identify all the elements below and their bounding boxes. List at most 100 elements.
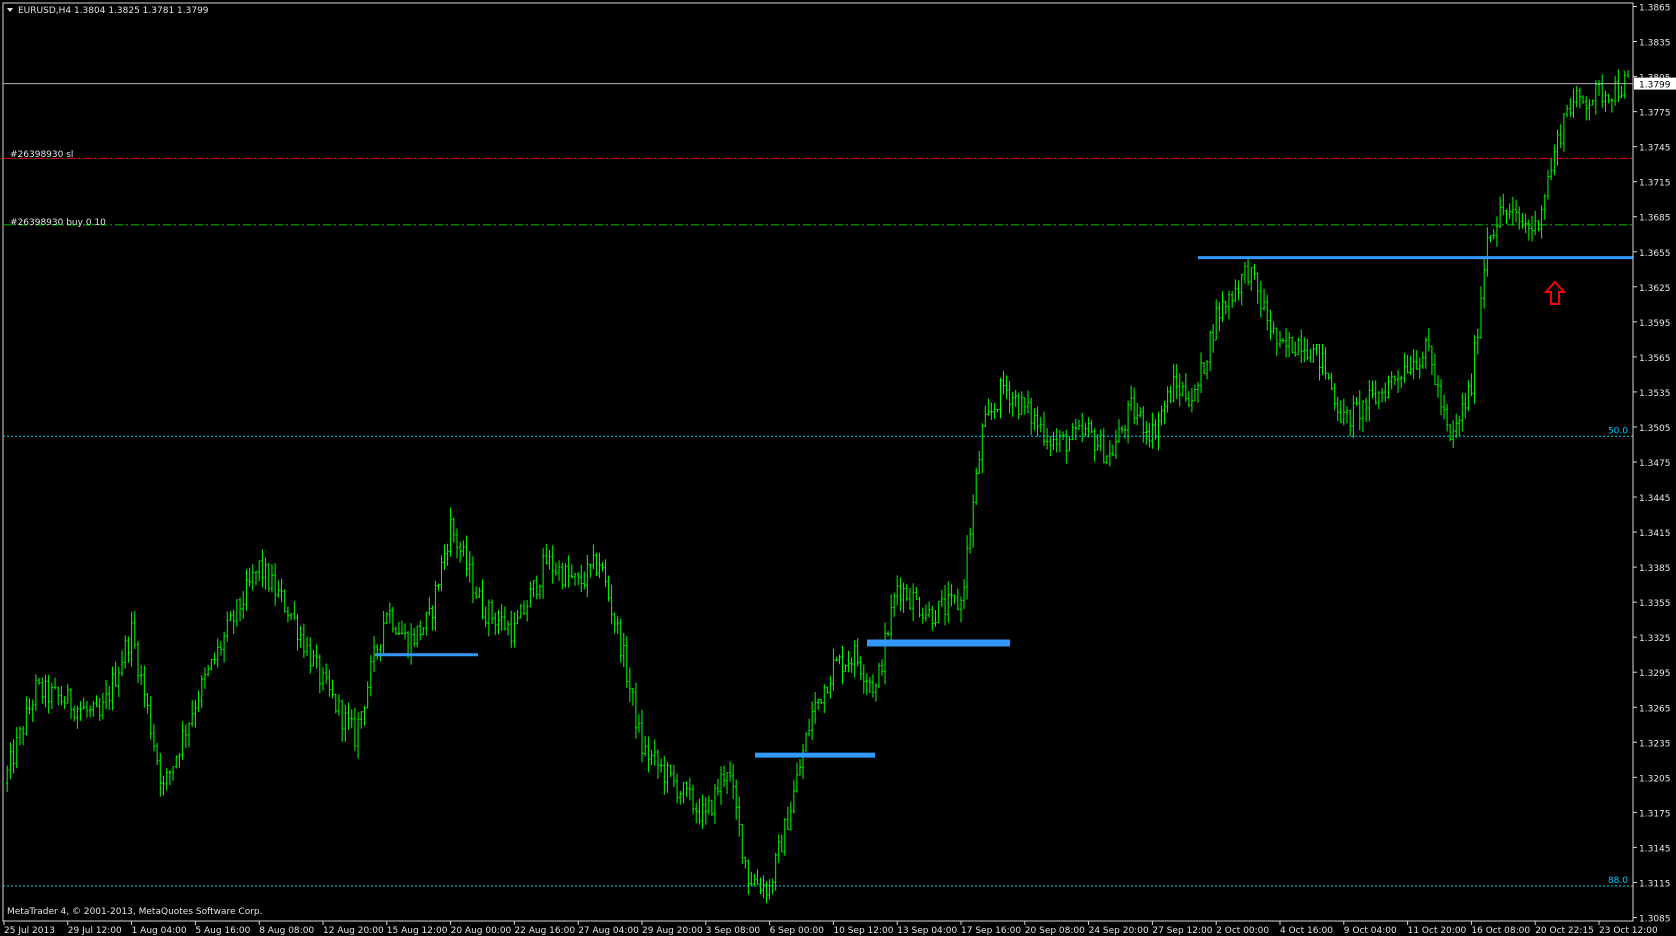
candle	[883, 622, 887, 685]
candle	[229, 611, 232, 621]
candle	[1114, 429, 1118, 460]
candle	[500, 603, 503, 631]
candle	[394, 626, 398, 635]
candle	[1403, 352, 1406, 383]
time-tick-label: 29 Aug 20:00	[642, 926, 703, 936]
candle	[312, 649, 315, 667]
candle	[601, 561, 604, 572]
candle	[462, 540, 465, 557]
candle	[1498, 196, 1502, 229]
candle	[50, 683, 54, 709]
candle	[273, 563, 277, 606]
candle	[707, 795, 711, 815]
candle	[422, 627, 425, 636]
candle	[353, 707, 357, 751]
time-tick-label: 6 Sep 00:00	[770, 926, 825, 936]
candle	[162, 775, 165, 796]
candle	[1461, 393, 1464, 432]
candle	[1451, 420, 1455, 449]
candle	[1358, 390, 1361, 431]
candle	[449, 507, 452, 557]
price-chart[interactable]: 50.088.0 1.38651.38351.38051.37751.37451…	[0, 0, 1676, 936]
candle	[950, 584, 953, 607]
candle	[722, 765, 726, 788]
candle	[1039, 416, 1042, 433]
candle	[1380, 387, 1384, 403]
candle	[372, 635, 376, 673]
candle	[529, 581, 532, 608]
candle	[175, 755, 178, 769]
candle	[1549, 157, 1553, 181]
chart-header: EURUSD,H4 1.3804 1.3825 1.3781 1.3799	[7, 6, 209, 16]
time-tick-label: 20 Aug 00:00	[451, 926, 512, 936]
candle	[490, 599, 494, 625]
candle	[391, 606, 395, 633]
candle	[741, 823, 744, 865]
candle	[1237, 280, 1240, 300]
candle	[1058, 429, 1062, 453]
candle	[1049, 436, 1052, 457]
candle	[874, 683, 878, 702]
price-tick-label: 1.3865	[1639, 4, 1671, 14]
candle	[1266, 294, 1269, 331]
time-tick-label: 11 Oct 20:00	[1408, 926, 1467, 936]
candle	[567, 555, 570, 588]
candle	[1342, 398, 1345, 426]
candle	[191, 700, 194, 727]
price-tick-label: 1.3295	[1639, 669, 1671, 679]
candle	[747, 859, 750, 895]
candle	[1290, 336, 1294, 354]
candle	[978, 450, 981, 475]
candle	[1275, 327, 1279, 357]
candle	[795, 762, 799, 793]
candle	[293, 601, 296, 621]
candle	[1023, 397, 1026, 415]
candle	[1061, 431, 1065, 440]
candle	[1297, 337, 1300, 356]
candle	[1530, 215, 1534, 242]
candle	[1036, 406, 1039, 437]
candle	[1065, 429, 1068, 464]
candle	[1436, 375, 1440, 398]
candle	[1412, 349, 1415, 380]
candle	[570, 564, 574, 579]
candle	[379, 644, 382, 662]
candle	[908, 587, 912, 610]
candle	[1400, 375, 1403, 389]
time-tick-label: 10 Sep 12:00	[833, 926, 893, 936]
candle	[1318, 344, 1321, 381]
candle	[108, 685, 111, 711]
candle	[503, 606, 507, 631]
candle	[564, 563, 567, 588]
candle	[82, 697, 85, 710]
candle	[1184, 373, 1188, 402]
candle	[1246, 259, 1250, 286]
candle	[95, 695, 98, 708]
time-axis[interactable]: 25 Jul 2013 29 Jul 12:00 1 Aug 04:00 5 Aug …	[3, 920, 1658, 936]
candle	[168, 770, 172, 785]
candle	[9, 742, 12, 780]
candle	[15, 727, 18, 769]
time-tick-label: 2 Oct 00:00	[1216, 926, 1269, 936]
chart-window[interactable]: 50.088.0 1.38651.38351.38051.37751.37451…	[0, 0, 1676, 936]
candle	[248, 567, 251, 587]
candle	[1470, 373, 1473, 397]
price-tick-label: 1.3715	[1639, 179, 1671, 189]
candle	[1139, 407, 1142, 418]
price-axis[interactable]: 1.38651.38351.38051.37751.37451.37151.36…	[1632, 3, 1676, 924]
candle	[698, 798, 701, 825]
candle	[1543, 194, 1546, 220]
candle	[1042, 411, 1046, 447]
candle	[385, 611, 388, 625]
candle	[350, 709, 353, 729]
candle	[1250, 267, 1253, 291]
candle	[1464, 392, 1467, 419]
candle	[1151, 412, 1154, 449]
triangle-down-icon[interactable]	[7, 8, 13, 12]
candle	[1087, 417, 1090, 438]
candle	[604, 559, 607, 588]
candle	[616, 615, 619, 635]
candle	[289, 613, 293, 621]
candles-layer	[2, 2, 1634, 922]
candle	[589, 563, 592, 578]
